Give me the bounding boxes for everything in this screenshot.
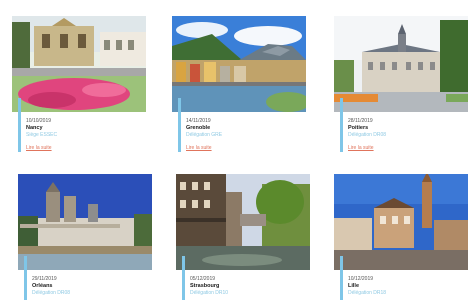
card-city: Lille	[348, 283, 360, 289]
card-accent-bar	[178, 98, 181, 152]
card-subtitle: Délégation DR10	[190, 290, 229, 296]
card-date: 29/11/2019	[32, 276, 57, 282]
card-subtitle: Délégation GRE	[186, 132, 223, 138]
card-city: Orléans	[32, 283, 53, 289]
card-accent-bar	[340, 98, 343, 152]
card-date: 14/11/2019	[186, 118, 211, 124]
card-photo-orleans[interactable]	[18, 174, 152, 270]
card-photo-strasbourg[interactable]	[176, 174, 310, 270]
card-city: Strasbourg	[190, 283, 220, 289]
card-city: Grenoble	[186, 125, 211, 131]
card-date: 10/10/2019	[26, 118, 52, 124]
card-meta: 10/12/2019 Lille Délégation DR18	[348, 276, 466, 297]
card-date: 28/11/2019	[348, 118, 373, 124]
card-accent-bar	[340, 256, 343, 300]
card-city: Poitiers	[348, 125, 369, 131]
card-subtitle: Délégation DR08	[32, 290, 71, 296]
card-photo-grenoble[interactable]	[172, 16, 306, 112]
card-subtitle: Délégation DR08	[348, 132, 387, 138]
card-photo-poitiers[interactable]	[334, 16, 468, 112]
card-meta: 28/11/2019 Poitiers Délégation DR08 Lire…	[348, 118, 466, 152]
card-meta: 05/12/2019 Strasbourg Délégation DR10	[190, 276, 308, 297]
read-more-link[interactable]: Lire la suite	[26, 145, 144, 152]
card-meta: 10/10/2019 Nancy Siège ESSEC Lire la sui…	[26, 118, 144, 152]
card-meta: 14/11/2019 Grenoble Délégation GRE Lire …	[186, 118, 304, 152]
card-subtitle: Siège ESSEC	[26, 132, 58, 138]
read-more-link[interactable]: Lire la suite	[186, 145, 304, 152]
card-photo-nancy[interactable]	[12, 16, 146, 112]
read-more-link[interactable]: Lire la suite	[348, 145, 466, 152]
card-photo-lille[interactable]	[334, 174, 468, 270]
card-date: 10/12/2019	[348, 276, 374, 282]
card-accent-bar	[182, 256, 185, 300]
card-subtitle: Délégation DR18	[348, 290, 387, 296]
card-date: 05/12/2019	[190, 276, 216, 282]
card-accent-bar	[24, 256, 27, 300]
card-accent-bar	[18, 98, 21, 152]
card-meta: 29/11/2019 Orléans Délégation DR08	[32, 276, 150, 297]
card-city: Nancy	[26, 125, 43, 131]
